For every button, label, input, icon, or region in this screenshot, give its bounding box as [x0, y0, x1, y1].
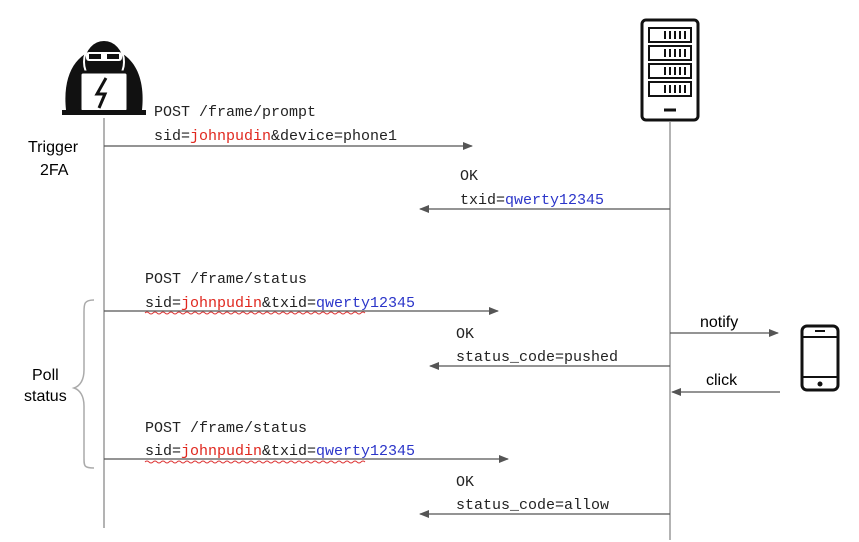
svg-text:POST /frame/status: POST /frame/status	[145, 420, 307, 437]
message-poll-response-2: OK status_code=allow	[419, 474, 670, 518]
server-rack-icon	[640, 18, 700, 122]
svg-text:OK: OK	[456, 326, 474, 343]
spellcheck-underline	[144, 311, 366, 315]
message-trigger-request: POST /frame/prompt sid=johnpudin&device=…	[104, 104, 473, 150]
svg-text:status_code=pushed: status_code=pushed	[456, 349, 618, 366]
svg-text:status_code=allow: status_code=allow	[456, 497, 609, 514]
svg-text:OK: OK	[460, 168, 478, 185]
message-notify: notify	[670, 314, 779, 337]
svg-text:OK: OK	[456, 474, 474, 491]
svg-text:txid=qwerty12345: txid=qwerty12345	[460, 192, 604, 209]
svg-text:POST /frame/prompt: POST /frame/prompt	[154, 104, 316, 121]
svg-text:notify: notify	[700, 314, 738, 331]
svg-text:click: click	[706, 372, 738, 389]
sequence-diagram: Trigger 2FA Poll status POST /frame/prom…	[24, 18, 840, 540]
spellcheck-underline	[144, 460, 366, 464]
svg-text:sid=johnpudin&txid=qwerty12345: sid=johnpudin&txid=qwerty12345	[145, 295, 415, 312]
poll-label: Poll	[32, 367, 59, 384]
svg-text:sid=johnpudin&txid=qwerty12345: sid=johnpudin&txid=qwerty12345	[145, 443, 415, 460]
poll-brace	[71, 299, 95, 469]
message-poll-request-2: POST /frame/status sid=johnpudin&txid=qw…	[104, 420, 509, 464]
trigger-label: Trigger	[28, 139, 79, 156]
message-poll-response-1: OK status_code=pushed	[429, 326, 670, 370]
svg-text:sid=johnpudin&device=phone1: sid=johnpudin&device=phone1	[154, 128, 397, 145]
message-click: click	[671, 372, 780, 396]
message-poll-request-1: POST /frame/status sid=johnpudin&txid=qw…	[104, 271, 499, 315]
svg-text:POST /frame/status: POST /frame/status	[145, 271, 307, 288]
hacker-laptop-icon	[62, 39, 146, 115]
poll-label-line2: status	[24, 388, 67, 405]
trigger-label-line2: 2FA	[40, 162, 69, 179]
smartphone-icon	[800, 324, 840, 392]
message-trigger-response: OK txid=qwerty12345	[419, 168, 670, 213]
